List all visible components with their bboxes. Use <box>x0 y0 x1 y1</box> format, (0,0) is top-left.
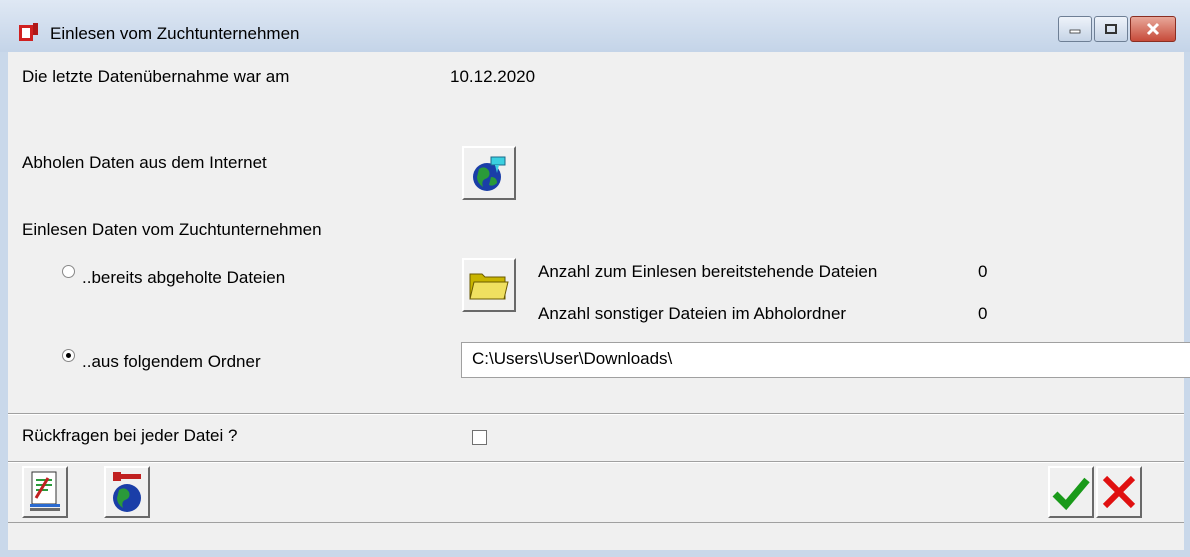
last-import-date: 10.12.2020 <box>450 67 536 86</box>
title-bar[interactable]: Einlesen vom Zuchtunternehmen <box>0 0 1190 52</box>
status-bar <box>8 522 1184 550</box>
fetch-internet-button[interactable] <box>462 146 516 200</box>
ok-button[interactable] <box>1048 466 1094 518</box>
separator <box>8 461 1184 463</box>
globe-key-icon <box>113 472 141 512</box>
confirm-label: Rückfragen bei jeder Datei ? <box>22 426 238 445</box>
radio-fetched-files[interactable] <box>62 265 75 278</box>
cancel-button[interactable] <box>1096 466 1142 518</box>
separator <box>8 413 1184 415</box>
radio-folder-label[interactable]: ..aus folgendem Ordner <box>82 352 261 372</box>
folder-icon <box>469 273 509 300</box>
checkmark-icon <box>1052 477 1090 511</box>
count-ready-label: Anzahl zum Einlesen bereitstehende Datei… <box>538 262 878 281</box>
maximize-button[interactable] <box>1094 16 1128 42</box>
count-other-value: 0 <box>978 304 988 323</box>
fetch-label: Abholen Daten aus dem Internet <box>22 153 267 172</box>
open-folder-button[interactable] <box>462 258 516 312</box>
count-other-label: Anzahl sonstiger Dateien im Abholordner <box>538 304 847 323</box>
last-import-label: Die letzte Datenübernahme war am <box>22 67 290 86</box>
close-window-button[interactable] <box>1130 16 1176 42</box>
globe-download-icon <box>473 156 506 191</box>
folder-path-input[interactable]: C:\Users\User\Downloads\ <box>461 342 1190 378</box>
edit-log-button[interactable] <box>22 466 68 518</box>
radio-fetched-files-label[interactable]: ..bereits abgeholte Dateien <box>82 268 285 288</box>
cross-icon <box>1102 475 1136 509</box>
app-icon <box>19 23 38 41</box>
close-icon <box>1146 22 1160 36</box>
confirm-checkbox[interactable] <box>472 430 487 445</box>
radio-folder[interactable] <box>62 349 75 362</box>
count-ready-value: 0 <box>978 262 988 281</box>
minimize-icon <box>1069 29 1081 34</box>
dialog-window: Einlesen vom Zuchtunternehmen Die letzte… <box>0 0 1190 557</box>
internet-settings-button[interactable] <box>104 466 150 518</box>
minimize-button[interactable] <box>1058 16 1092 42</box>
document-edit-icon <box>30 471 60 511</box>
import-label: Einlesen Daten vom Zuchtunternehmen <box>22 220 322 239</box>
window-title: Einlesen vom Zuchtunternehmen <box>50 24 300 43</box>
maximize-icon <box>1105 24 1117 34</box>
